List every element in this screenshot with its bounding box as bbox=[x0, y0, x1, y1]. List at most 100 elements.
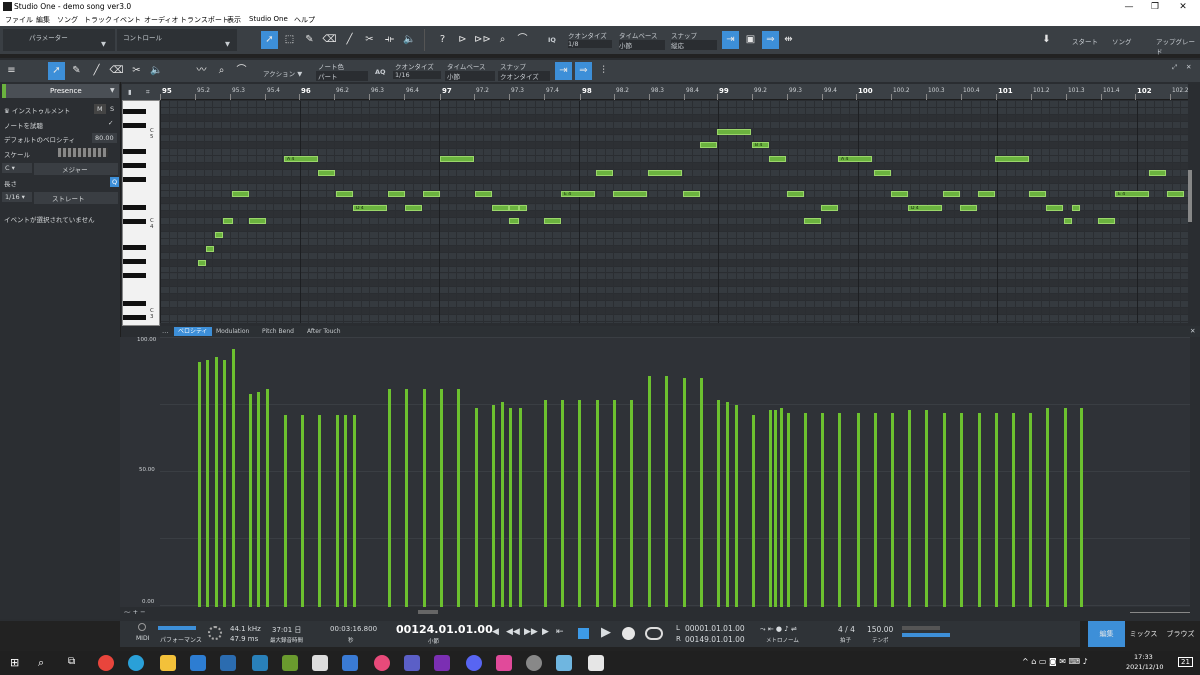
expand-icon[interactable]: ⤢ bbox=[1172, 63, 1177, 72]
time-display[interactable]: 00:03:16.800 bbox=[330, 625, 377, 633]
velocity-bar[interactable] bbox=[648, 375, 651, 607]
editor-snap-toggle[interactable]: ⇥ bbox=[555, 62, 572, 80]
action-menu[interactable]: アクション ▼ bbox=[263, 68, 302, 78]
windows-start-icon[interactable]: ⊞ bbox=[10, 656, 19, 669]
scale-type-select[interactable]: メジャー bbox=[34, 163, 118, 175]
velocity-bar[interactable] bbox=[318, 415, 321, 607]
loop-start-display[interactable]: 00001.01.01.00 bbox=[685, 624, 745, 633]
velocity-bar[interactable] bbox=[440, 388, 443, 607]
midi-note[interactable] bbox=[509, 218, 519, 225]
menu-view[interactable]: 表示 bbox=[227, 15, 241, 25]
scale-root-select[interactable]: C ▾ bbox=[2, 163, 32, 173]
midi-note[interactable]: D 4 bbox=[908, 204, 942, 211]
snap-select[interactable]: スナップ 縦応 bbox=[666, 29, 718, 51]
black-key[interactable] bbox=[123, 163, 146, 168]
midi-note[interactable] bbox=[440, 156, 474, 163]
midi-note[interactable] bbox=[388, 190, 405, 197]
midi-note[interactable] bbox=[249, 218, 266, 225]
vscode-icon[interactable] bbox=[190, 655, 206, 671]
metronome-icons[interactable]: ⤳ ⇤ ● ♪ ⇌ bbox=[760, 625, 797, 634]
block-button[interactable]: ▣ bbox=[742, 31, 759, 49]
quantize-select[interactable]: クオンタイズ 1/8 bbox=[563, 29, 612, 51]
velocity-bar[interactable] bbox=[683, 378, 686, 607]
clock-time[interactable]: 17:33 bbox=[1134, 653, 1153, 661]
midi-note[interactable] bbox=[804, 218, 821, 225]
velocity-bar[interactable] bbox=[630, 399, 633, 607]
editor-snap-select[interactable]: クオンタイズ bbox=[498, 71, 550, 81]
preset-select[interactable]: Presence ▼ bbox=[2, 84, 119, 98]
tab-after-touch[interactable]: After Touch bbox=[303, 327, 345, 336]
midi-note[interactable]: B 4 bbox=[752, 142, 769, 149]
black-key[interactable] bbox=[123, 205, 146, 210]
menu-event[interactable]: イベント bbox=[113, 15, 141, 25]
help-icon[interactable]: ? bbox=[434, 31, 451, 49]
velocity-bar[interactable] bbox=[821, 412, 824, 607]
clock-date[interactable]: 2021/12/10 bbox=[1126, 663, 1163, 671]
pencil-tool-button[interactable]: ✎ bbox=[301, 31, 318, 49]
aq-button[interactable]: AQ bbox=[375, 68, 386, 76]
midi-note[interactable] bbox=[198, 259, 206, 266]
velocity-bar[interactable] bbox=[774, 410, 777, 607]
midi-note[interactable] bbox=[232, 190, 249, 197]
velocity-bar[interactable] bbox=[509, 407, 512, 607]
note-color-select[interactable]: パート bbox=[316, 71, 368, 81]
midi-note[interactable] bbox=[1029, 190, 1046, 197]
midi-note[interactable] bbox=[700, 142, 717, 149]
maximize-button[interactable]: ❐ bbox=[1142, 0, 1168, 14]
menu-edit[interactable]: 編集 bbox=[36, 15, 50, 25]
edit-page-button[interactable]: 編集 bbox=[1088, 621, 1125, 647]
midi-note[interactable] bbox=[891, 190, 908, 197]
midi-note[interactable] bbox=[960, 204, 977, 211]
loop-start-button[interactable]: ⇤ bbox=[556, 627, 564, 637]
midi-note[interactable] bbox=[613, 190, 647, 197]
velocity-bar[interactable] bbox=[780, 407, 783, 607]
onenote-icon[interactable] bbox=[434, 655, 450, 671]
velocity-bar[interactable] bbox=[960, 412, 963, 607]
editor-pencil-tool[interactable]: ✎ bbox=[68, 62, 85, 80]
parameter-field[interactable]: パラメーター ▼ bbox=[3, 29, 115, 51]
song-page-tab[interactable]: ソング bbox=[1112, 36, 1132, 46]
hamburger-menu-icon[interactable]: ≡ bbox=[3, 62, 20, 80]
mute-button[interactable]: M bbox=[94, 104, 106, 114]
midi-note[interactable] bbox=[318, 170, 335, 176]
forward-end-button[interactable]: ▶ bbox=[542, 627, 549, 637]
loop-end-display[interactable]: 00149.01.01.00 bbox=[685, 635, 745, 644]
midi-note[interactable] bbox=[1072, 204, 1080, 211]
velocity-bar[interactable] bbox=[336, 415, 339, 607]
midi-note[interactable]: A 4 bbox=[284, 156, 318, 163]
record-button[interactable] bbox=[622, 627, 635, 640]
velocity-bar[interactable] bbox=[249, 394, 252, 607]
editor-split-icon[interactable]: ⫶ bbox=[595, 62, 612, 80]
listen-tool-button[interactable]: 🔈 bbox=[401, 31, 418, 49]
notification-badge[interactable]: 21 bbox=[1178, 657, 1193, 667]
menu-studio-one[interactable]: Studio One bbox=[249, 15, 288, 23]
midi-note[interactable] bbox=[978, 190, 995, 197]
edge-icon[interactable] bbox=[128, 655, 144, 671]
zoom-slider[interactable] bbox=[1130, 612, 1190, 613]
editor-eraser-tool[interactable]: ⌫ bbox=[108, 62, 125, 80]
velocity-bar[interactable] bbox=[995, 412, 998, 607]
scale-keyboard[interactable] bbox=[58, 148, 108, 157]
midi-note[interactable] bbox=[223, 218, 233, 225]
velocity-bar[interactable] bbox=[891, 412, 894, 607]
close-lane-icon[interactable]: ✕ bbox=[1190, 327, 1195, 335]
editor-autoscroll-icon[interactable]: ⌒ bbox=[233, 62, 250, 80]
close-editor-icon[interactable]: ✕ bbox=[1186, 63, 1191, 71]
midi-note[interactable]: E 4 bbox=[1115, 190, 1149, 197]
close-button[interactable]: ✕ bbox=[1170, 0, 1196, 14]
velocity-bar[interactable] bbox=[206, 359, 209, 607]
midi-note[interactable] bbox=[683, 190, 700, 197]
editor-follow-button[interactable]: ⇒ bbox=[575, 62, 592, 80]
task-view-icon[interactable]: ⧉ bbox=[68, 656, 75, 667]
mail-icon[interactable] bbox=[252, 655, 268, 671]
menu-transport[interactable]: トランスポート bbox=[180, 15, 229, 25]
tab-modulation[interactable]: Modulation bbox=[212, 327, 253, 336]
velocity-bar[interactable] bbox=[578, 399, 581, 607]
velocity-bar[interactable] bbox=[257, 391, 260, 607]
midi-note[interactable]: D 4 bbox=[353, 204, 387, 211]
velocity-bar[interactable] bbox=[908, 410, 911, 607]
midi-note[interactable] bbox=[596, 170, 613, 176]
black-key[interactable] bbox=[123, 219, 146, 224]
velocity-bar[interactable] bbox=[717, 399, 720, 607]
chrome-icon[interactable] bbox=[98, 655, 114, 671]
